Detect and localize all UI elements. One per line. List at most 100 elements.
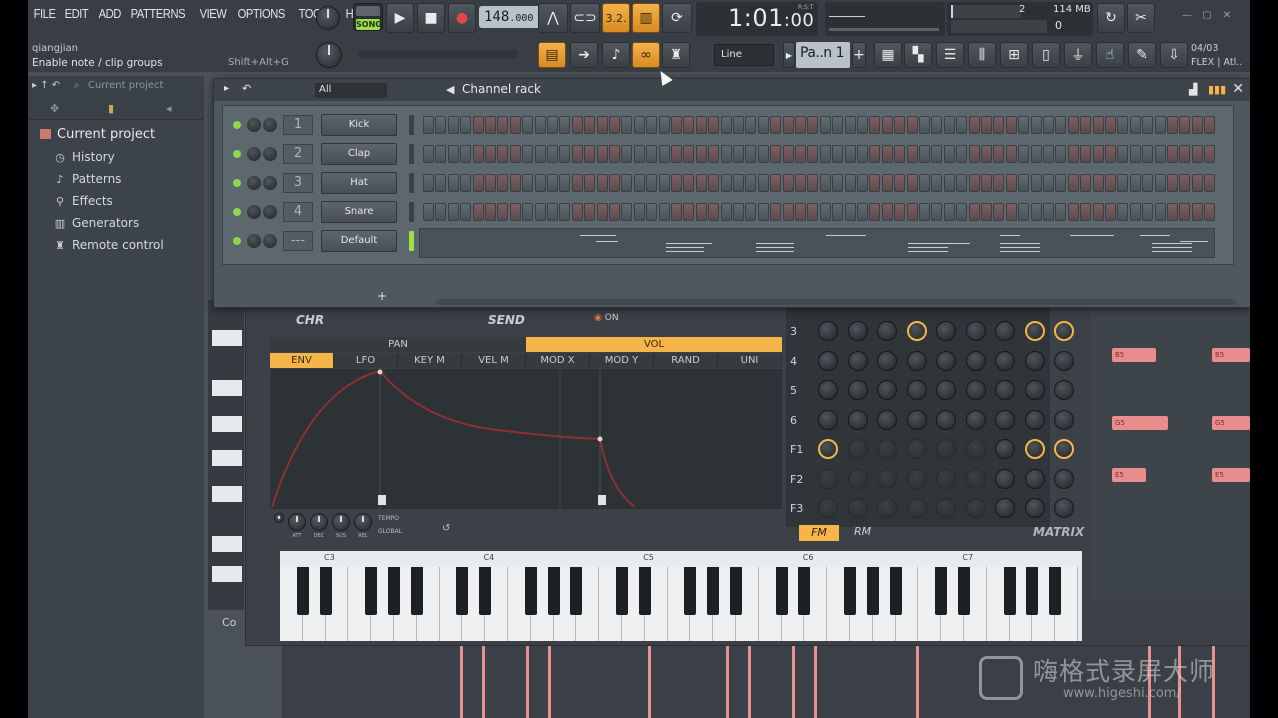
black-key[interactable]	[524, 567, 537, 615]
step-button[interactable]	[1080, 116, 1092, 134]
group-link-button[interactable]: ∞	[632, 42, 660, 68]
step-button[interactable]	[1179, 174, 1191, 192]
stop-button[interactable]: ■	[417, 3, 445, 33]
pattern-prev-button[interactable]: ▶	[783, 42, 795, 68]
monitor-slider[interactable]	[829, 28, 939, 31]
step-button[interactable]	[844, 203, 856, 221]
step-button[interactable]	[1167, 203, 1178, 221]
step-button[interactable]	[795, 116, 806, 134]
step-button[interactable]	[1005, 174, 1017, 192]
matrix-knob[interactable]	[847, 498, 868, 518]
step-button[interactable]	[522, 145, 534, 163]
channel-mute-led[interactable]	[233, 121, 241, 129]
step-button[interactable]	[559, 116, 571, 134]
step-button[interactable]	[993, 203, 1005, 221]
step-button[interactable]	[1018, 203, 1030, 221]
matrix-knob[interactable]	[1054, 350, 1074, 371]
step-button[interactable]	[485, 116, 496, 134]
step-button[interactable]	[770, 203, 782, 221]
step-button[interactable]	[832, 203, 844, 221]
step-button[interactable]	[819, 174, 831, 192]
step-button[interactable]	[745, 145, 757, 163]
on-toggle[interactable]: ◉ ON	[594, 313, 619, 323]
step-button[interactable]	[609, 174, 620, 192]
note-event[interactable]	[648, 646, 651, 718]
note-event[interactable]	[548, 646, 551, 718]
step-button[interactable]	[1005, 116, 1017, 134]
black-key[interactable]	[410, 567, 423, 615]
black-key[interactable]	[889, 567, 902, 615]
step-button[interactable]	[547, 174, 558, 192]
step-button[interactable]	[819, 203, 831, 221]
step-button[interactable]	[509, 203, 521, 221]
step-button[interactable]	[1005, 145, 1017, 163]
step-button[interactable]	[1204, 203, 1216, 221]
graph-editor-icon[interactable]: ▟	[1189, 83, 1197, 96]
matrix-knob[interactable]	[936, 409, 956, 430]
step-button[interactable]	[1067, 116, 1079, 134]
step-button[interactable]	[906, 116, 918, 134]
step-button[interactable]	[733, 203, 744, 221]
step-button[interactable]	[1080, 145, 1092, 163]
step-button[interactable]	[807, 174, 819, 192]
countdown-button[interactable]: 3.2.	[602, 3, 630, 33]
step-button[interactable]	[497, 203, 509, 221]
step-button[interactable]	[1080, 174, 1092, 192]
metronome-button[interactable]: ⋀	[538, 3, 568, 33]
song-position-display[interactable]: 1:01:00 R:S:T	[696, 2, 818, 36]
menu-patterns[interactable]: PATTERNS	[128, 6, 188, 26]
channel-volume-knob[interactable]	[263, 176, 277, 190]
tab-env[interactable]: ENV	[270, 353, 334, 368]
matrix-knob[interactable]	[877, 498, 897, 518]
step-button[interactable]	[1129, 174, 1141, 192]
step-button[interactable]	[844, 174, 856, 192]
global-option[interactable]: GLOBAL	[378, 528, 402, 535]
step-button[interactable]	[832, 174, 844, 192]
matrix-knob[interactable]	[1024, 498, 1045, 518]
rm-button[interactable]: RM	[854, 525, 871, 538]
step-button[interactable]	[782, 203, 794, 221]
step-button[interactable]	[1204, 116, 1216, 134]
folder-icon[interactable]: ▮	[108, 102, 114, 115]
step-button[interactable]	[943, 145, 955, 163]
step-button[interactable]	[819, 145, 831, 163]
step-button[interactable]	[472, 203, 484, 221]
step-button[interactable]	[1204, 145, 1216, 163]
step-button[interactable]	[509, 174, 521, 192]
step-button[interactable]	[733, 116, 744, 134]
step-button[interactable]	[423, 145, 434, 163]
black-key[interactable]	[570, 567, 583, 615]
slide-tool-button[interactable]: ♪	[602, 42, 630, 68]
black-key[interactable]	[365, 567, 378, 615]
matrix-knob[interactable]	[1054, 468, 1074, 489]
step-button[interactable]	[1167, 174, 1178, 192]
black-key[interactable]	[1049, 567, 1062, 615]
step-button[interactable]	[584, 203, 596, 221]
piano-roll-button[interactable]: ▚	[904, 42, 932, 68]
step-button[interactable]	[485, 145, 496, 163]
step-button[interactable]	[509, 116, 521, 134]
channel-volume-knob[interactable]	[263, 205, 277, 219]
black-key[interactable]	[1026, 567, 1039, 615]
minimize-icon[interactable]: —	[1180, 10, 1194, 22]
step-button[interactable]	[435, 116, 447, 134]
matrix-knob[interactable]	[965, 409, 986, 430]
touch-controller-button[interactable]: ☝	[1096, 42, 1124, 68]
note-event[interactable]	[916, 646, 919, 718]
step-button[interactable]	[708, 174, 720, 192]
channel-mute-led[interactable]	[233, 179, 241, 187]
download-button[interactable]: ⇩	[1160, 42, 1188, 68]
step-button[interactable]	[658, 116, 670, 134]
step-button[interactable]	[1204, 174, 1216, 192]
matrix-knob[interactable]	[847, 321, 868, 341]
tempo-option[interactable]: TEMPO	[378, 515, 399, 522]
env-toggle[interactable]	[274, 513, 284, 523]
step-button[interactable]	[547, 145, 558, 163]
step-button[interactable]	[720, 203, 732, 221]
step-button[interactable]	[621, 145, 633, 163]
step-button[interactable]	[671, 203, 682, 221]
step-button[interactable]	[447, 145, 459, 163]
step-button[interactable]	[881, 203, 893, 221]
channel-mixer-track[interactable]: 3	[283, 173, 313, 193]
att-knob[interactable]	[288, 513, 306, 531]
